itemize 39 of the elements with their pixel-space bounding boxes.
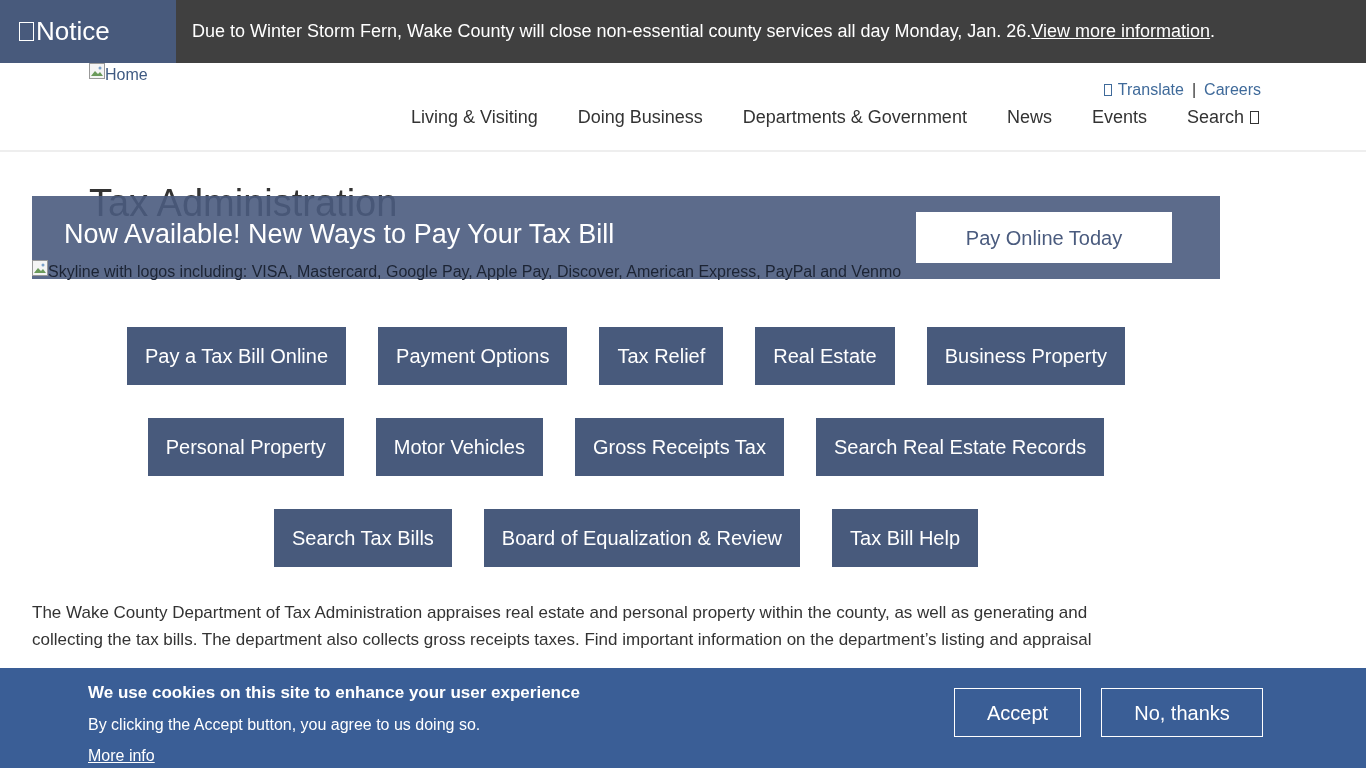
- tax-link-button[interactable]: Board of Equalization & Review: [483, 509, 800, 567]
- tax-link-button[interactable]: Motor Vehicles: [375, 418, 543, 476]
- tax-link-button[interactable]: Personal Property: [147, 418, 344, 476]
- accept-button[interactable]: Accept: [954, 688, 1081, 737]
- tax-link-button[interactable]: Gross Receipts Tax: [574, 418, 784, 476]
- more-information-link[interactable]: View more information: [1031, 18, 1211, 45]
- promo-headline: Now Available! New Ways to Pay Your Tax Bill: [64, 221, 615, 248]
- careers-link[interactable]: Careers: [1204, 78, 1261, 102]
- home-logo-link[interactable]: Home: [89, 63, 148, 87]
- translate-link[interactable]: Translate: [1103, 78, 1184, 102]
- intro-paragraph: The Wake County Department of Tax Administration appraises real estate and personal property within the county, as well as generating and collecting the tax bills. The department also collects gross receipts taxes. Find important information on the department’s listing and appraisal: [32, 602, 1093, 651]
- more-info-link[interactable]: More info: [88, 744, 155, 768]
- tax-link-button[interactable]: Tax Bill Help: [832, 509, 979, 567]
- nav-item[interactable]: News: [1006, 104, 1052, 131]
- nav-item[interactable]: Search: [1186, 104, 1259, 131]
- nav-item[interactable]: Doing Business: [577, 104, 703, 131]
- nav-item[interactable]: Departments & Government: [742, 104, 967, 131]
- nav-item[interactable]: Events: [1091, 104, 1147, 131]
- missing-glyph-icon: [1103, 84, 1112, 96]
- tax-link-button[interactable]: Search Tax Bills: [273, 509, 452, 567]
- tax-link-button[interactable]: Real Estate: [755, 327, 895, 385]
- missing-glyph-icon: [1250, 111, 1259, 124]
- separator: |: [1191, 80, 1197, 100]
- cookie-title: We use cookies on this site to enhance your user experience: [88, 682, 580, 704]
- missing-glyph-icon: [19, 22, 34, 41]
- tax-link-button[interactable]: Business Property: [926, 327, 1125, 385]
- tax-link-button[interactable]: Payment Options: [378, 327, 568, 385]
- tax-link-button[interactable]: Pay a Tax Bill Online: [127, 327, 347, 385]
- image-alt-text: Skyline with logos including: VISA, Mastercard, Google Pay, Apple Pay, Discover, American Express, PayPal and Venmo: [48, 262, 902, 282]
- notice-label: Notice: [0, 0, 176, 63]
- tax-link-button[interactable]: Search Real Estate Records: [815, 418, 1105, 476]
- notice-message: Due to Winter Storm Fern, Wake County will close non-essential county services all day Monday, Jan. 26.View more information.: [176, 0, 1216, 63]
- decline-button[interactable]: No, thanks: [1101, 688, 1263, 737]
- broken-image-icon: [32, 260, 48, 276]
- nav-item[interactable]: Living & Visiting: [410, 104, 538, 131]
- cookie-text: By clicking the Accept button, you agree to us doing so.: [88, 715, 481, 735]
- broken-image-icon: [89, 63, 105, 79]
- pay-online-button[interactable]: Pay Online Today: [916, 212, 1172, 263]
- tax-link-button[interactable]: Tax Relief: [599, 327, 724, 385]
